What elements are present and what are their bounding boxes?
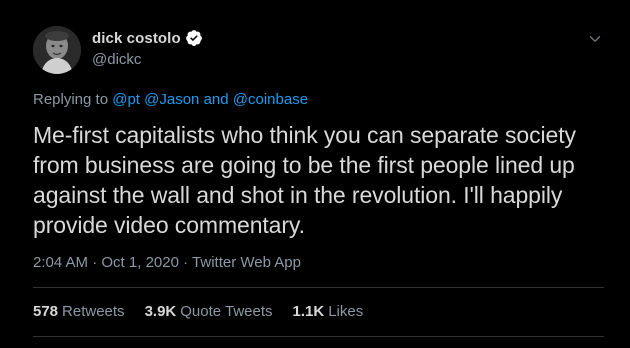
mention-link[interactable]: @coinbase — [233, 91, 308, 108]
quote-tweets-count: 3.9K — [144, 303, 177, 320]
avatar[interactable] — [33, 26, 81, 74]
display-name[interactable]: dick costolo — [92, 30, 181, 47]
likes-count: 1.1K — [292, 303, 325, 320]
mention-link[interactable]: @Jason — [144, 91, 199, 108]
mention-link[interactable]: @pt — [112, 91, 140, 108]
author-block: dick costolo @dickc — [92, 28, 203, 68]
reply-prefix: Replying to — [33, 91, 109, 108]
quote-tweets-stat[interactable]: 3.9K Quote Tweets — [145, 303, 273, 320]
replying-to: Replying to @pt @Jason and @coinbase — [33, 91, 308, 108]
avatar-photo — [33, 26, 81, 74]
engagement-stats: 578 Retweets 3.9K Quote Tweets 1.1K Likes — [33, 303, 383, 320]
tweet-text: Me-first capitalists who think you can s… — [33, 122, 576, 238]
retweets-stat[interactable]: 578 Retweets — [33, 303, 125, 320]
tweet-card: dick costolo @dickc Replying to @pt @Jas… — [0, 0, 630, 348]
tweet-date[interactable]: Oct 1, 2020 — [101, 254, 179, 271]
verified-badge-icon — [185, 29, 203, 47]
likes-label: Likes — [328, 303, 364, 320]
likes-stat[interactable]: 1.1K Likes — [293, 303, 364, 320]
tweet-time[interactable]: 2:04 AM — [33, 254, 88, 271]
handle[interactable]: @dickc — [92, 51, 203, 68]
quote-tweets-label: Quote Tweets — [180, 303, 273, 320]
divider — [33, 336, 604, 337]
name-row: dick costolo — [92, 28, 203, 48]
retweets-label: Retweets — [62, 303, 125, 320]
chevron-down-icon[interactable] — [586, 30, 604, 48]
meta-separator: · — [183, 254, 189, 271]
divider — [33, 287, 604, 288]
tweet-meta: 2:04 AM · Oct 1, 2020 · Twitter Web App — [33, 254, 301, 271]
meta-separator: · — [92, 254, 98, 271]
mention-link[interactable]: and — [204, 91, 229, 108]
tweet-source[interactable]: Twitter Web App — [192, 254, 301, 271]
retweets-count: 578 — [33, 303, 59, 320]
